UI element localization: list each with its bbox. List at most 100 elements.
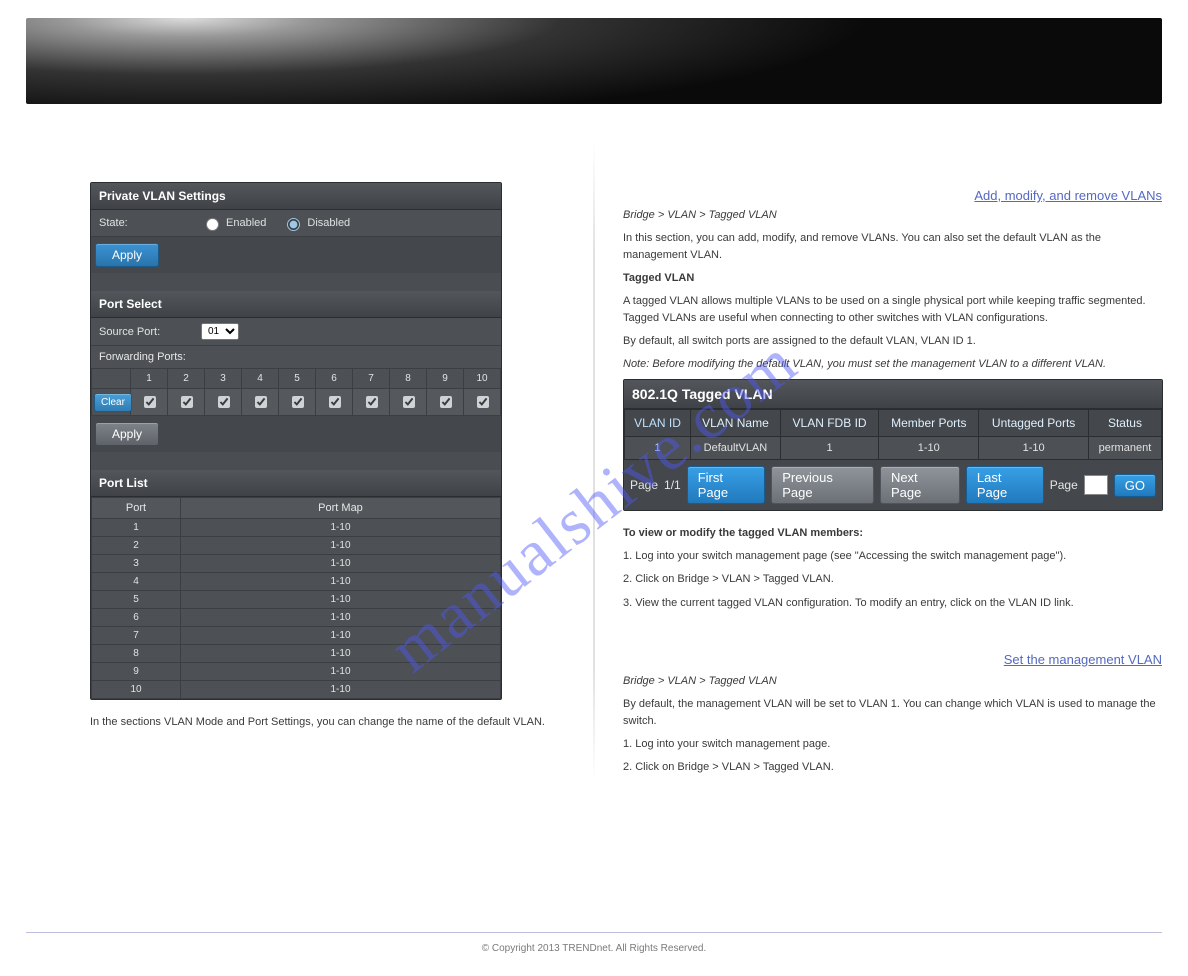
go-button[interactable]: GO bbox=[1114, 474, 1156, 497]
port-number: 3 bbox=[92, 555, 181, 573]
fwd-check-7[interactable] bbox=[366, 396, 378, 408]
nav-heading: Bridge > VLAN > Tagged VLAN bbox=[623, 207, 1162, 224]
forwarding-ports-grid: 1 2 3 4 5 6 7 8 9 10 Clear bbox=[91, 368, 501, 416]
fwd-check-2[interactable] bbox=[181, 396, 193, 408]
mgmt-step-1: 1. Log into your switch management page. bbox=[623, 736, 1162, 753]
port-map-value: 1-10 bbox=[181, 645, 501, 663]
col-vlan-name: VLAN Name bbox=[691, 410, 781, 437]
mgmt-para: By default, the management VLAN will be … bbox=[623, 696, 1162, 730]
fwd-check-6[interactable] bbox=[329, 396, 341, 408]
col-status: Status bbox=[1088, 410, 1161, 437]
page-info-prefix: Page bbox=[630, 478, 658, 492]
row-vlan-name: DefaultVLAN bbox=[691, 437, 781, 460]
private-vlan-panel: Private VLAN Settings State: Enabled Dis… bbox=[90, 182, 502, 700]
fwd-head-5: 5 bbox=[279, 369, 316, 389]
port-map-value: 1-10 bbox=[181, 573, 501, 591]
fwd-check-8[interactable] bbox=[403, 396, 415, 408]
port-number: 8 bbox=[92, 645, 181, 663]
heading-add-modify: Add, modify, and remove VLANs bbox=[974, 188, 1162, 203]
state-enabled-option[interactable]: Enabled bbox=[201, 215, 266, 231]
port-number: 1 bbox=[92, 519, 181, 537]
port-map-value: 1-10 bbox=[181, 627, 501, 645]
state-enabled-radio[interactable] bbox=[206, 218, 219, 231]
col-untagged-ports: Untagged Ports bbox=[979, 410, 1089, 437]
fwd-head-4: 4 bbox=[242, 369, 279, 389]
port-number: 2 bbox=[92, 537, 181, 555]
steps-heading: To view or modify the tagged VLAN member… bbox=[623, 527, 863, 539]
fwd-check-3[interactable] bbox=[218, 396, 230, 408]
port-number: 5 bbox=[92, 591, 181, 609]
port-select-title: Port Select bbox=[91, 291, 501, 318]
fwd-check-5[interactable] bbox=[292, 396, 304, 408]
step-1: 1. Log into your switch management page … bbox=[623, 548, 1162, 565]
state-disabled-radio[interactable] bbox=[287, 218, 300, 231]
port-list-row: 41-10 bbox=[92, 573, 501, 591]
port-number: 7 bbox=[92, 627, 181, 645]
apply-button-1[interactable]: Apply bbox=[95, 243, 159, 267]
port-list-row: 11-10 bbox=[92, 519, 501, 537]
source-port-select[interactable]: 01 bbox=[201, 323, 239, 340]
clear-button[interactable]: Clear bbox=[94, 393, 132, 412]
step-3: 3. View the current tagged VLAN configur… bbox=[623, 595, 1162, 612]
row-untagged-ports: 1-10 bbox=[979, 437, 1089, 460]
row-member-ports: 1-10 bbox=[879, 437, 979, 460]
col-vlan-id[interactable]: VLAN ID bbox=[634, 416, 681, 430]
fwd-head-10: 10 bbox=[464, 369, 501, 389]
fwd-check-10[interactable] bbox=[477, 396, 489, 408]
para1: In this section, you can add, modify, an… bbox=[623, 230, 1162, 264]
forwarding-ports-label: Forwarding Ports: bbox=[99, 351, 186, 363]
port-map-value: 1-10 bbox=[181, 663, 501, 681]
port-map-value: 1-10 bbox=[181, 555, 501, 573]
fwd-head-8: 8 bbox=[390, 369, 427, 389]
port-col-header: Port bbox=[92, 498, 181, 519]
last-page-button[interactable]: Last Page bbox=[966, 466, 1044, 504]
port-map-value: 1-10 bbox=[181, 681, 501, 699]
port-number: 10 bbox=[92, 681, 181, 699]
fwd-head-6: 6 bbox=[316, 369, 353, 389]
copyright-text: © Copyright 2013 TRENDnet. All Rights Re… bbox=[0, 943, 1188, 954]
next-page-button[interactable]: Next Page bbox=[880, 466, 960, 504]
column-divider bbox=[593, 142, 595, 782]
apply-button-2[interactable]: Apply bbox=[95, 422, 159, 446]
port-list-row: 21-10 bbox=[92, 537, 501, 555]
port-map-value: 1-10 bbox=[181, 609, 501, 627]
fwd-head-9: 9 bbox=[427, 369, 464, 389]
source-port-label: Source Port: bbox=[99, 326, 191, 338]
page-label: Page bbox=[1050, 478, 1078, 492]
page-input[interactable] bbox=[1084, 475, 1108, 495]
tagged-vlan-panel: 802.1Q Tagged VLAN VLAN ID VLAN Name VLA… bbox=[623, 379, 1163, 511]
fwd-head-7: 7 bbox=[353, 369, 390, 389]
mgmt-step-2: 2. Click on Bridge > VLAN > Tagged VLAN. bbox=[623, 759, 1162, 776]
state-label: State: bbox=[99, 217, 191, 229]
port-list-row: 51-10 bbox=[92, 591, 501, 609]
port-number: 4 bbox=[92, 573, 181, 591]
fwd-check-4[interactable] bbox=[255, 396, 267, 408]
port-map-value: 1-10 bbox=[181, 519, 501, 537]
row-vlan-fdb: 1 bbox=[780, 437, 878, 460]
first-page-button[interactable]: First Page bbox=[687, 466, 766, 504]
list-text: A tagged VLAN allows multiple VLANs to b… bbox=[623, 293, 1162, 327]
port-list-title: Port List bbox=[91, 470, 501, 497]
port-list-row: 71-10 bbox=[92, 627, 501, 645]
private-vlan-title: Private VLAN Settings bbox=[91, 183, 501, 210]
port-list-row: 61-10 bbox=[92, 609, 501, 627]
col-vlan-fdb: VLAN FDB ID bbox=[780, 410, 878, 437]
note-text: Note: Before modifying the default VLAN,… bbox=[623, 356, 1162, 373]
state-disabled-option[interactable]: Disabled bbox=[282, 215, 350, 231]
tagged-vlan-table: VLAN ID VLAN Name VLAN FDB ID Member Por… bbox=[624, 409, 1162, 460]
link-set-mgmt-vlan: Set the management VLAN bbox=[1004, 652, 1162, 667]
page-info-value: 1/1 bbox=[664, 478, 681, 492]
port-list-row: 101-10 bbox=[92, 681, 501, 699]
fwd-check-9[interactable] bbox=[440, 396, 452, 408]
step-2: 2. Click on Bridge > VLAN > Tagged VLAN. bbox=[623, 571, 1162, 588]
state-enabled-label: Enabled bbox=[226, 217, 266, 229]
header-banner bbox=[26, 18, 1162, 104]
fwd-check-1[interactable] bbox=[144, 396, 156, 408]
state-radios: Enabled Disabled bbox=[201, 215, 350, 231]
mgmt-nav: Bridge > VLAN > Tagged VLAN bbox=[623, 673, 1162, 690]
previous-page-button[interactable]: Previous Page bbox=[771, 466, 874, 504]
port-list-table: Port Port Map 11-1021-1031-1041-1051-106… bbox=[91, 497, 501, 699]
intro-below-image: In the sections VLAN Mode and Port Setti… bbox=[90, 714, 565, 731]
row-vlan-id[interactable]: 1 bbox=[654, 442, 660, 454]
fwd-head-3: 3 bbox=[205, 369, 242, 389]
